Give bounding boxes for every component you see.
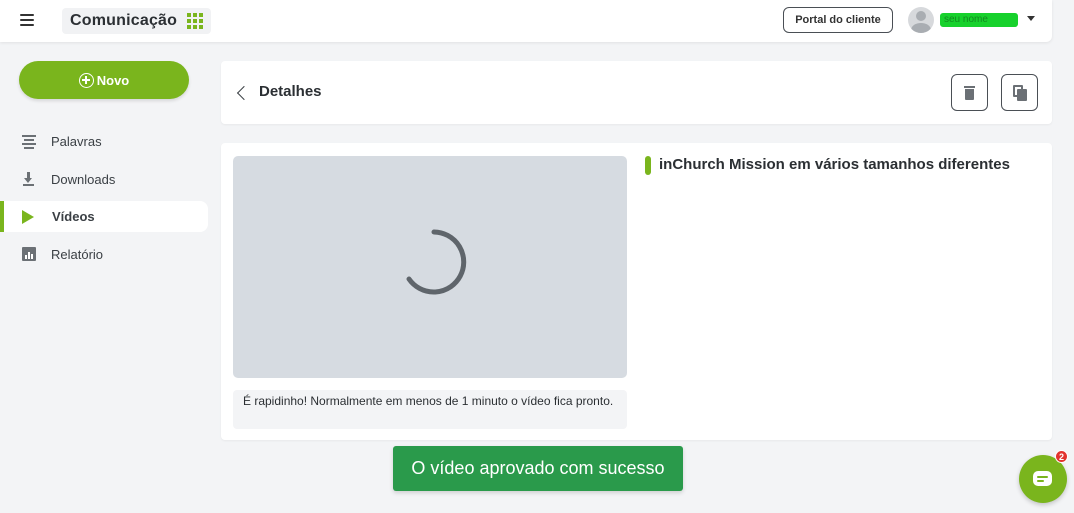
sidebar-item-relatorio[interactable]: Relatório [0, 235, 208, 273]
app-switcher[interactable]: Comunicação [62, 8, 212, 34]
sidebar-item-videos[interactable]: Vídeos [0, 201, 208, 232]
new-button[interactable]: Novo [19, 61, 189, 99]
chat-icon [1033, 471, 1052, 486]
details-header: Detalhes [221, 61, 1052, 124]
page-title: Detalhes [259, 83, 322, 100]
video-title: inChurch Mission em vários tamanhos dife… [659, 156, 1010, 173]
play-icon [22, 209, 34, 224]
sidebar-item-label: Palavras [51, 133, 102, 149]
sidebar-item-label: Vídeos [52, 209, 95, 224]
user-avatar[interactable] [908, 7, 934, 33]
loading-spinner-icon [406, 229, 467, 295]
user-name[interactable]: seu nome [940, 13, 1018, 27]
delete-button[interactable] [951, 74, 988, 111]
plus-circle-icon [78, 72, 94, 88]
client-portal-button[interactable]: Portal do cliente [783, 7, 893, 33]
processing-hint: É rapidinho! Normalmente em menos de 1 m… [233, 390, 627, 429]
app-title: Comunicação [70, 12, 178, 29]
sidebar-item-downloads[interactable]: Downloads [0, 160, 208, 198]
video-preview [233, 156, 627, 378]
sidebar-item-label: Relatório [51, 246, 104, 262]
trash-icon [964, 86, 975, 88]
sidebar-nav: Palavras Downloads Vídeos Relatório [0, 122, 208, 273]
top-bar: Comunicação Portal do cliente seu nome [0, 0, 1052, 42]
success-toast: O vídeo aprovado com sucesso [393, 446, 683, 491]
video-details-card: É rapidinho! Normalmente em menos de 1 m… [221, 143, 1052, 440]
lines-icon [22, 134, 36, 149]
report-icon [22, 247, 36, 261]
new-button-label: Novo [96, 72, 130, 88]
apps-grid-icon[interactable] [187, 13, 204, 29]
download-icon [22, 172, 36, 186]
sidebar-item-palavras[interactable]: Palavras [0, 122, 208, 160]
menu-icon[interactable] [20, 14, 34, 26]
sidebar-item-label: Downloads [51, 171, 116, 187]
chevron-down-icon[interactable] [1027, 16, 1035, 21]
title-accent-bar [645, 156, 651, 175]
chat-badge: 2 [1055, 450, 1068, 463]
back-icon[interactable] [236, 85, 252, 101]
copy-button[interactable] [1001, 74, 1038, 111]
